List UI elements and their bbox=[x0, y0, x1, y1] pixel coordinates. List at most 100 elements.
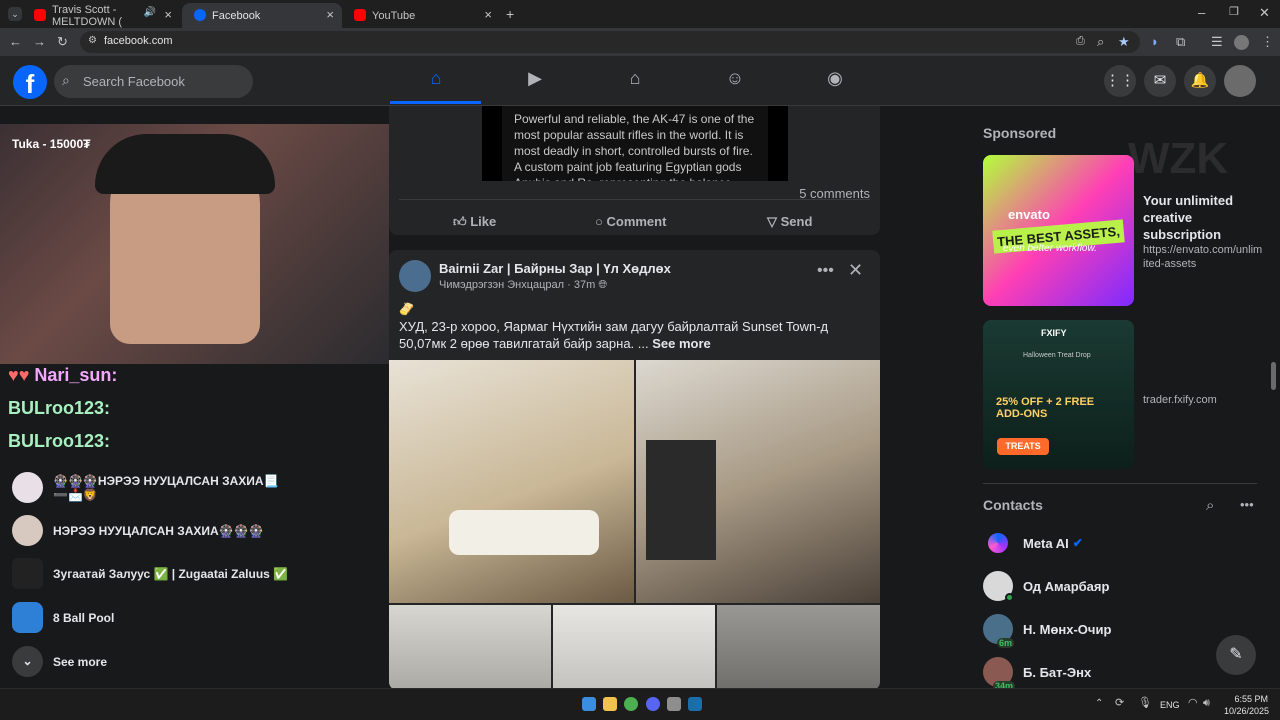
tab-youtube[interactable]: YouTube × bbox=[342, 3, 500, 28]
ad-image-envato[interactable]: envato THE BEST ASSETS, even better work… bbox=[983, 155, 1134, 306]
close-tab-icon[interactable]: × bbox=[326, 7, 334, 22]
extensions-puzzle-icon[interactable]: ⧉ bbox=[1176, 35, 1185, 48]
clock-time: 6:55 PM bbox=[1234, 694, 1268, 704]
page-scrollbar[interactable] bbox=[1271, 362, 1276, 390]
file-explorer-icon[interactable] bbox=[603, 697, 617, 711]
steam-icon[interactable] bbox=[688, 697, 702, 711]
address-bar[interactable]: ⚙ facebook.com bbox=[80, 31, 1140, 53]
site-info-icon[interactable]: ⚙ bbox=[88, 36, 97, 46]
search-placeholder: Search Facebook bbox=[83, 74, 185, 89]
tab-label: Travis Scott - MELTDOWN ( bbox=[52, 3, 123, 28]
shortcut-item[interactable]: 🎡🎡🎡НЭРЭЭ НУУЦАЛСАН ЗАХИА📃 ➖📩🦁 bbox=[12, 472, 292, 503]
marketplace-nav-icon[interactable]: ⌂ bbox=[621, 68, 649, 94]
search-contacts-icon[interactable]: ⌕ bbox=[1206, 497, 1214, 514]
close-post-icon[interactable]: ✕ bbox=[848, 260, 863, 281]
clock[interactable]: 6:55 PM 10/26/2025 bbox=[1224, 693, 1269, 717]
browser-tab-bar: ⌄ Travis Scott - MELTDOWN ( 🔊 × Facebook… bbox=[0, 0, 1280, 28]
close-tab-icon[interactable]: × bbox=[164, 7, 172, 22]
notifications-bell-icon[interactable]: 🔔 bbox=[1184, 65, 1216, 97]
chrome-icon[interactable] bbox=[624, 697, 638, 711]
ad-url[interactable]: trader.fxify.com bbox=[1143, 392, 1217, 409]
post-card: Bairnii Zar | Байрны Зар | Үл Хөдлөх Чим… bbox=[389, 250, 880, 688]
reload-icon[interactable]: ↻ bbox=[57, 35, 68, 48]
wifi-icon[interactable]: ◠ bbox=[1188, 698, 1198, 709]
more-options-icon[interactable]: ••• bbox=[817, 262, 834, 280]
ad-image-text: TREATS bbox=[997, 438, 1049, 455]
language-indicator[interactable]: ENG bbox=[1160, 700, 1180, 710]
shortcut-item[interactable]: Зугаатай Залуус ✅ | Zugaatai Zaluus ✅ bbox=[12, 558, 292, 589]
post-photo[interactable] bbox=[389, 605, 551, 688]
menu-dots-icon[interactable]: ⋮ bbox=[1261, 35, 1274, 48]
tray-sync-icon[interactable]: ⟳ bbox=[1115, 698, 1124, 709]
right-sidebar: Sponsored WZK envato THE BEST ASSETS, ev… bbox=[983, 106, 1280, 688]
ad-url[interactable]: https://envato.com/unlimited-assets bbox=[1143, 243, 1263, 271]
post-photo[interactable] bbox=[636, 360, 880, 603]
minimize-icon[interactable]: – bbox=[1198, 6, 1205, 19]
send-button[interactable]: ▽ Send bbox=[767, 214, 812, 230]
post-image-text: Powerful and reliable, the AK-47 is one … bbox=[482, 106, 788, 181]
app-icon[interactable] bbox=[667, 697, 681, 711]
see-more-button[interactable]: ⌄ See more bbox=[12, 646, 107, 677]
volume-icon[interactable]: 🔊︎ bbox=[1203, 698, 1210, 709]
groups-nav-icon[interactable]: ☺ bbox=[721, 68, 749, 94]
shortcut-item[interactable]: НЭРЭЭ НУУЦАЛСАН ЗАХИА🎡🎡🎡 bbox=[12, 515, 264, 546]
video-nav-icon[interactable]: ▶ bbox=[521, 68, 549, 94]
youtube-favicon-icon bbox=[354, 9, 366, 21]
contact-item[interactable]: 34m Б. Бат-Энх bbox=[983, 657, 1091, 688]
tab-search-icon[interactable]: ⌄ bbox=[8, 7, 22, 21]
speaker-icon[interactable]: 🔊 bbox=[144, 7, 156, 18]
profile-avatar[interactable] bbox=[1234, 35, 1249, 50]
gaming-nav-icon[interactable]: ◉ bbox=[821, 68, 849, 94]
home-nav-icon[interactable]: ⌂ bbox=[422, 68, 450, 94]
new-message-icon[interactable]: ✎ bbox=[1216, 635, 1256, 675]
ad-image-text: Halloween Treat Drop bbox=[1023, 352, 1091, 359]
restore-icon[interactable]: ❐ bbox=[1229, 7, 1239, 18]
contact-item[interactable]: Од Амарбаяр bbox=[983, 571, 1109, 602]
post-time[interactable]: 37m bbox=[574, 279, 595, 291]
shortcut-item[interactable]: 8 Ball Pool bbox=[12, 602, 114, 633]
menu-grid-icon[interactable]: ⋮⋮ bbox=[1104, 65, 1136, 97]
post-photo[interactable] bbox=[717, 605, 880, 688]
facebook-logo[interactable]: f bbox=[13, 65, 47, 99]
see-more-link[interactable]: See more bbox=[652, 336, 711, 351]
streamer-hair bbox=[95, 134, 275, 194]
post-photo[interactable] bbox=[389, 360, 634, 603]
sofa-shape bbox=[449, 510, 599, 555]
new-tab-icon[interactable]: + bbox=[506, 7, 514, 21]
account-avatar[interactable] bbox=[1224, 65, 1256, 97]
contact-item[interactable]: 6m Н. Мөнх-Очир bbox=[983, 614, 1111, 648]
post-page-name[interactable]: Bairnii Zar | Байрны Зар | Үл Хөдлөх bbox=[439, 261, 671, 276]
back-icon[interactable]: ← bbox=[9, 35, 22, 48]
post-emoji: 🫔 bbox=[399, 302, 414, 316]
close-tab-icon[interactable]: × bbox=[484, 7, 492, 22]
search-input[interactable]: ⌕ Search Facebook bbox=[54, 65, 253, 98]
ad-image-fxify[interactable]: FXIFY Halloween Treat Drop 25% OFF + 2 F… bbox=[983, 320, 1134, 469]
bookmark-star-icon[interactable]: ★ bbox=[1118, 35, 1130, 48]
tab-youtube-music[interactable]: Travis Scott - MELTDOWN ( 🔊 × bbox=[22, 3, 180, 28]
tray-chevron-icon[interactable]: ⌃ bbox=[1095, 699, 1103, 709]
divider bbox=[983, 483, 1257, 484]
page-avatar[interactable] bbox=[399, 260, 431, 292]
facebook-header: f ⌕ Search Facebook ⌂ ▶ ⌂ ☺ ◉ ⋮⋮ ✉ 🔔 bbox=[0, 56, 1280, 106]
tab-facebook[interactable]: Facebook × bbox=[182, 3, 342, 28]
post-author[interactable]: Чимэдрэгзэн Энхцацрал bbox=[439, 279, 564, 291]
forward-icon[interactable]: → bbox=[33, 35, 46, 48]
post-photo[interactable] bbox=[553, 605, 715, 688]
like-button[interactable]: 👍︎ Like bbox=[453, 214, 496, 230]
discord-icon[interactable] bbox=[646, 697, 660, 711]
close-window-icon[interactable]: ✕ bbox=[1259, 6, 1270, 19]
zoom-icon[interactable]: ⌕ bbox=[1097, 35, 1104, 48]
messenger-icon[interactable]: ✉ bbox=[1144, 65, 1176, 97]
contact-item[interactable]: Meta AI ✔ bbox=[983, 528, 1083, 558]
reading-list-icon[interactable]: ☰ bbox=[1211, 35, 1223, 48]
microphone-icon[interactable]: 🎙︎ bbox=[1138, 698, 1152, 709]
comment-button[interactable]: ○ Comment bbox=[595, 214, 666, 229]
contact-avatar: 6m bbox=[983, 614, 1015, 648]
extension-icon[interactable]: ◗ bbox=[1151, 35, 1159, 48]
stream-donation-text: Tuka - 15000₮ bbox=[12, 137, 91, 151]
online-status-dot bbox=[1005, 593, 1014, 602]
start-icon[interactable] bbox=[582, 697, 596, 711]
contacts-more-icon[interactable]: ••• bbox=[1240, 497, 1254, 512]
install-app-icon[interactable]: ⎙ bbox=[1076, 36, 1085, 47]
ad-title[interactable]: Your unlimited creative subscription bbox=[1143, 192, 1263, 243]
